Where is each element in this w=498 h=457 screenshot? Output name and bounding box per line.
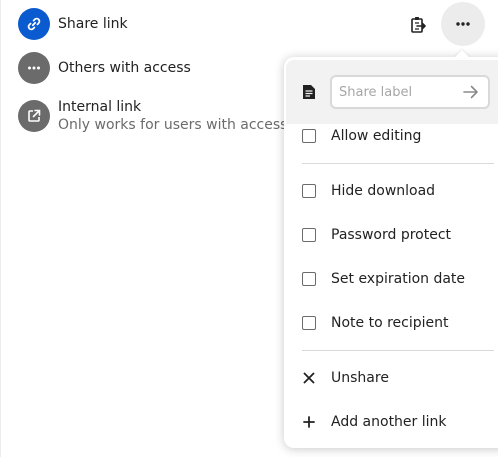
set-expiration-option[interactable]: Set expiration date — [300, 267, 465, 291]
unshare-label: Unshare — [331, 370, 389, 386]
document-icon — [303, 85, 315, 99]
note-to-recipient-label: Note to recipient — [331, 315, 449, 331]
set-expiration-label: Set expiration date — [331, 271, 466, 287]
popover-arrow — [454, 50, 470, 58]
allow-editing-checkbox[interactable] — [302, 129, 316, 143]
note-to-recipient-option[interactable]: Note to recipient — [300, 311, 449, 335]
internal-link-row[interactable]: Internal link Only works for users with … — [18, 98, 297, 134]
link-icon — [27, 17, 41, 31]
more-horizontal-icon — [456, 22, 470, 26]
share-label-input[interactable] — [339, 83, 459, 101]
internal-link-avatar — [18, 100, 50, 132]
allow-editing-label: Allow editing — [331, 128, 422, 144]
share-link-title: Share link — [58, 16, 128, 32]
clipboard-copy-icon[interactable] — [407, 13, 431, 37]
menu-divider — [302, 350, 494, 351]
password-protect-option[interactable]: Password protect — [300, 223, 451, 247]
set-expiration-checkbox[interactable] — [302, 272, 316, 286]
share-label-field[interactable] — [330, 75, 490, 109]
arrow-right-icon[interactable] — [463, 85, 479, 99]
password-protect-label: Password protect — [331, 227, 452, 243]
internal-link-subtitle: Only works for users with access t — [58, 117, 298, 133]
others-with-access-row[interactable]: Others with access — [18, 52, 191, 84]
external-link-icon — [28, 109, 41, 122]
share-link-avatar — [18, 8, 50, 40]
share-link-row[interactable]: Share link — [18, 8, 128, 40]
password-protect-checkbox[interactable] — [302, 228, 316, 242]
close-icon — [300, 369, 318, 387]
hide-download-label: Hide download — [331, 183, 436, 199]
hide-download-option[interactable]: Hide download — [300, 179, 435, 203]
more-actions-button[interactable] — [441, 2, 485, 46]
note-to-recipient-checkbox[interactable] — [302, 316, 316, 330]
others-title: Others with access — [58, 60, 191, 76]
hide-download-checkbox[interactable] — [302, 184, 316, 198]
dots-icon — [28, 66, 40, 70]
unshare-button[interactable]: Unshare — [300, 366, 389, 390]
menu-divider — [302, 163, 494, 164]
allow-editing-option[interactable]: Allow editing — [300, 124, 421, 148]
panel-left-border — [0, 0, 1, 457]
internal-link-title: Internal link — [58, 99, 142, 115]
add-another-link-button[interactable]: Add another link — [300, 410, 447, 434]
plus-icon — [300, 413, 318, 431]
add-another-link-label: Add another link — [331, 414, 447, 430]
others-avatar — [18, 52, 50, 84]
